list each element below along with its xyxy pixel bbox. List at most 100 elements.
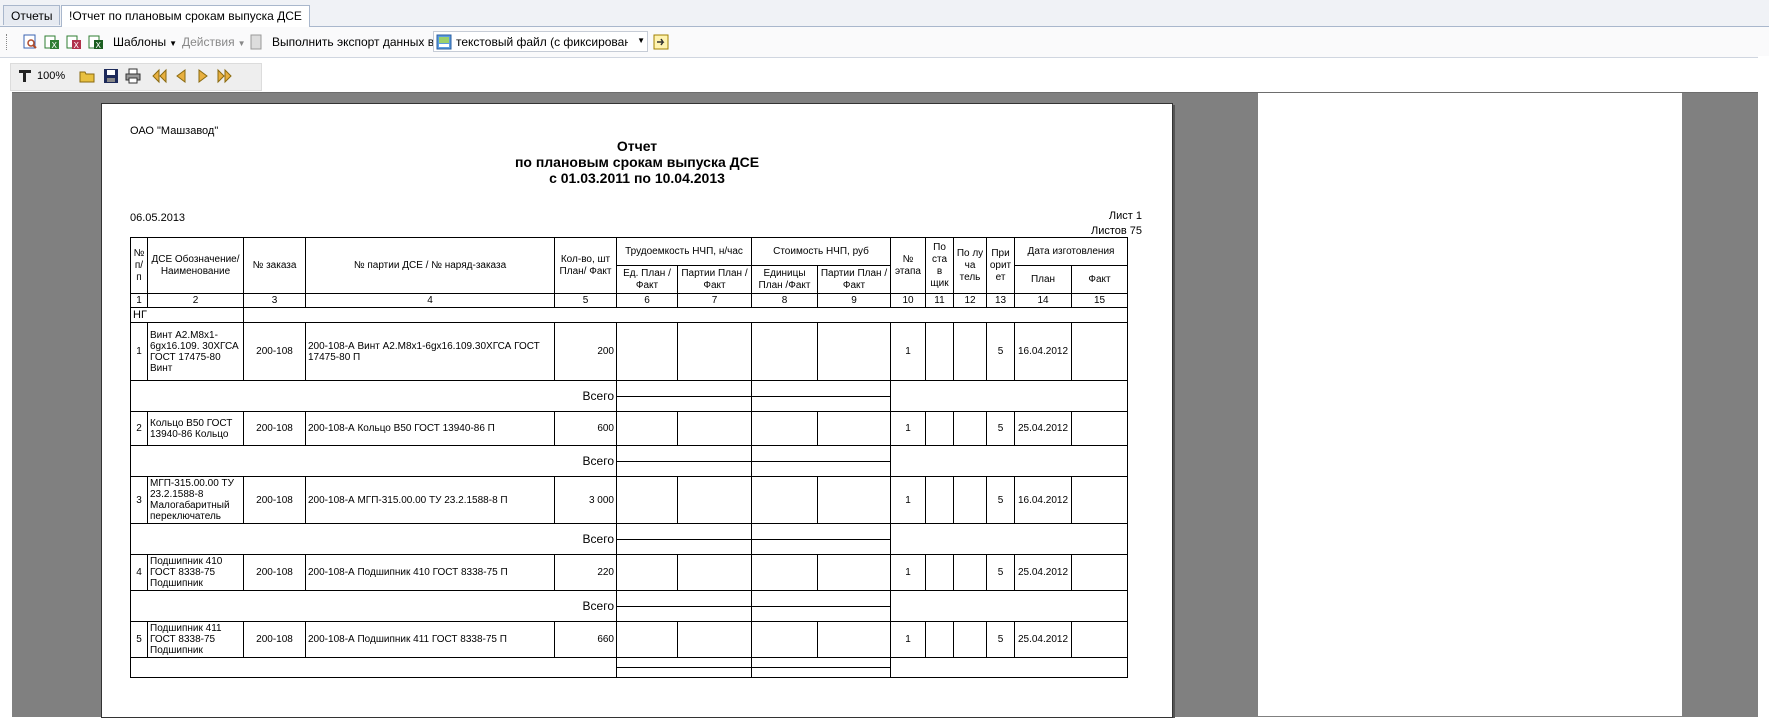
tab-report-plan-dates[interactable]: !Отчет по плановым срокам выпуска ДСЕ [61,5,310,27]
text-file-icon [436,34,452,50]
row-dse: Винт А2.М8х1-6gх16.109. 30ХГСА ГОСТ 1747… [147,322,244,381]
svg-text:X: X [96,41,102,50]
row-batch: 200-108-А Винт А2.М8х1-6gх16.109.30ХГСА … [305,322,555,381]
header-labor-unit: Ед. План /Факт [616,265,678,294]
row-qty: 200 [554,322,617,381]
row-priority: 5 [986,554,1015,591]
row-plan-date: 16.04.2012 [1014,322,1072,381]
header-priority: При орит ет [986,237,1015,294]
col-number: 12 [953,293,987,308]
row-qty: 3 000 [554,476,617,524]
row-qty: 600 [554,411,617,446]
row-num: 2 [130,411,148,446]
header-cost: Стоимость НЧП, руб [751,237,891,266]
group-label: НГ [130,307,244,323]
actions-menu[interactable]: Действия ▼ [182,35,246,49]
row-dse: Подшипник 410 ГОСТ 8338-75 Подшипник [147,554,244,591]
table-row[interactable]: 1 Винт А2.М8х1-6gх16.109. 30ХГСА ГОСТ 17… [130,322,1128,381]
zoom-icon[interactable] [17,68,33,84]
row-qty: 220 [554,554,617,591]
open-folder-icon[interactable] [79,68,95,84]
col-number: 11 [925,293,954,308]
document-icon [248,34,264,50]
previous-page-icon[interactable] [173,68,189,84]
row-num: 1 [130,322,148,381]
run-export-icon[interactable] [653,34,669,50]
sheet-total: Листов 75 [1090,225,1142,237]
row-priority: 5 [986,476,1015,524]
col-number: 2 [147,293,244,308]
header-stage: № этапа [890,237,926,294]
total-row: Всего [130,445,1128,477]
toolbar-grip[interactable] [6,34,10,50]
total-row: Всего [130,380,1128,412]
col-number: 8 [751,293,818,308]
group-row: НГ [130,307,1128,323]
col-number: 4 [305,293,555,308]
excel-export-alt-icon[interactable]: X [66,34,82,50]
col-number: 5 [554,293,617,308]
print-preview-icon[interactable] [22,34,38,50]
col-number: 3 [243,293,306,308]
export-format-value: текстовый файл (с фиксированным [456,35,628,49]
sheet-number: Лист 1 [1108,210,1142,222]
total-label: Всего [130,380,617,412]
row-plan-date: 25.04.2012 [1014,554,1072,591]
col-number: 14 [1014,293,1072,308]
row-dse: МГП-315.00.00 ТУ 23.2.1588-8 Малогабарит… [147,476,244,524]
vertical-scrollbar[interactable] [1758,56,1769,716]
row-stage: 1 [890,476,926,524]
row-stage: 1 [890,411,926,446]
next-page-icon[interactable] [195,68,211,84]
header-fact: Факт [1071,265,1128,294]
total-row: Всего [130,590,1128,622]
table-row[interactable]: 2 Кольцо В50 ГОСТ 13940-86 Кольцо 200-10… [130,411,1128,446]
row-order: 200-108 [243,322,306,381]
row-plan-date: 25.04.2012 [1014,411,1072,446]
report-page: ОАО "Машзавод" Отчет по плановым срокам … [101,103,1173,718]
row-order: 200-108 [243,476,306,524]
table-row[interactable]: 4 Подшипник 410 ГОСТ 8338-75 Подшипник 2… [130,554,1128,591]
header-qty: Кол-во, шт План/ Факт [554,237,617,294]
tab-reports[interactable]: Отчеты [3,5,61,25]
total-row: Всего [130,523,1128,555]
export-format-select[interactable]: текстовый файл (с фиксированным ▼ [433,31,648,52]
save-icon[interactable] [103,68,119,84]
header-receiver: По лу ча тель [953,237,987,294]
zoom-level[interactable]: 100% [37,70,65,82]
total-row [130,657,1128,678]
header-plan: План [1014,265,1072,294]
report-period: с 01.03.2011 по 10.04.2013 [549,170,725,186]
row-priority: 5 [986,621,1015,658]
last-page-icon[interactable] [217,68,233,84]
report-date: 06.05.2013 [130,212,186,224]
excel-data-icon[interactable]: X [88,34,104,50]
row-priority: 5 [986,322,1015,381]
row-plan-date: 25.04.2012 [1014,621,1072,658]
header-supplier: По ста в щик [925,237,954,294]
row-batch: 200-108-А Подшипник 410 ГОСТ 8338-75 П [305,554,555,591]
total-label: Всего [130,590,617,622]
viewer-toolbar-group: 100% [10,63,262,91]
col-number: 7 [677,293,752,308]
print-icon[interactable] [125,68,141,84]
templates-menu[interactable]: Шаблоны ▼ [113,35,177,49]
row-priority: 5 [986,411,1015,446]
table-row[interactable]: 3 МГП-315.00.00 ТУ 23.2.1588-8 Малогабар… [130,476,1128,524]
excel-export-icon[interactable]: X [44,34,60,50]
main-toolbar: X X X Шаблоны ▼ Действия ▼ Выполнить экспо… [0,27,1769,58]
first-page-icon[interactable] [151,68,167,84]
svg-text:X: X [74,41,80,50]
row-batch: 200-108-А МГП-315.00.00 ТУ 23.2.1588-8 П [305,476,555,524]
next-page-preview [1258,93,1682,716]
col-number: 6 [616,293,678,308]
table-row[interactable]: 5 Подшипник 411 ГОСТ 8338-75 Подшипник 2… [130,621,1128,658]
header-labor-batch: Партии План /Факт [677,265,752,294]
row-dse: Подшипник 411 ГОСТ 8338-75 Подшипник [147,621,244,658]
report-subtitle: по плановым срокам выпуска ДСЕ [514,154,760,170]
chevron-down-icon[interactable]: ▼ [637,36,645,45]
row-dse: Кольцо В50 ГОСТ 13940-86 Кольцо [147,411,244,446]
row-num: 5 [130,621,148,658]
tab-bar: Отчеты !Отчет по плановым срокам выпуска… [0,0,1769,27]
header-mfg-date: Дата изготовления [1014,237,1128,266]
